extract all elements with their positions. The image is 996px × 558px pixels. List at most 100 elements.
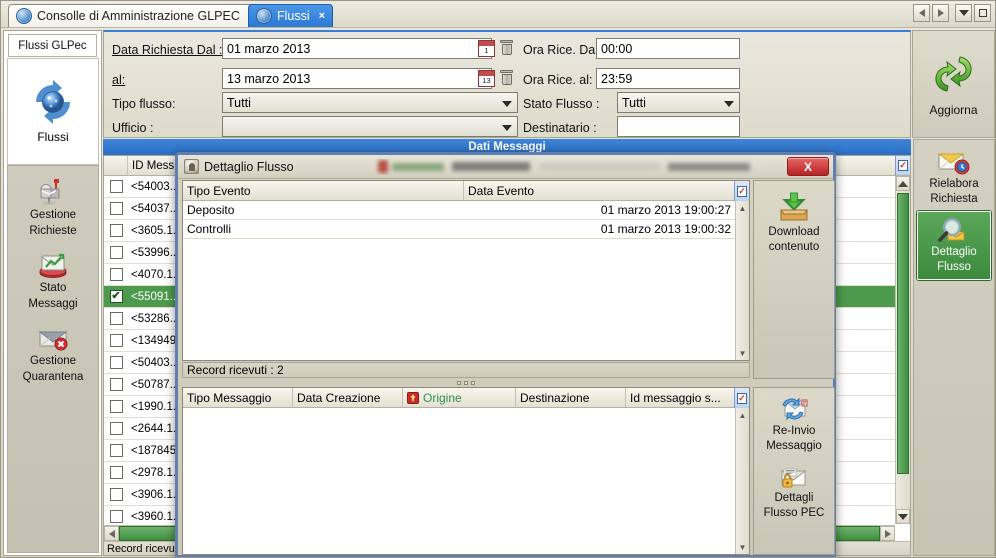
destinatario-input[interactable]: [617, 116, 740, 137]
dettagli-flusso-pec-button[interactable]: Dettagli Flusso PEC: [762, 461, 827, 526]
event-row[interactable]: Deposito 01 marzo 2013 19:00:27: [183, 201, 735, 220]
sidebar-item-stato-messaggi[interactable]: Stato Messaggi: [8, 246, 98, 319]
events-col-data-evento[interactable]: Data Evento: [464, 181, 749, 200]
msg-col-destinazione[interactable]: Destinazione: [516, 388, 626, 407]
checkbox-icon[interactable]: [109, 444, 123, 457]
checkbox-icon[interactable]: [109, 510, 123, 523]
al-input[interactable]: 13 marzo 2013: [222, 68, 492, 89]
dialog-title-bar[interactable]: Dettaglio Flusso X: [178, 155, 833, 179]
sidebar-item-rielabora-richiesta[interactable]: Rielabora Richiesta: [917, 144, 991, 211]
checkbox-icon[interactable]: [109, 268, 123, 281]
sidebar-item-gestione-richieste[interactable]: Gestione Richieste: [8, 173, 98, 246]
checkbox-icon[interactable]: [109, 488, 123, 501]
row-id-mess: <53996...: [131, 246, 180, 259]
event-row[interactable]: Controlli 01 marzo 2013 19:00:32: [183, 220, 735, 239]
restore-icon[interactable]: [974, 4, 991, 22]
checkbox-icon[interactable]: [109, 356, 123, 369]
sidebar-item-label-line2: Richieste: [29, 225, 77, 237]
dropdown-icon[interactable]: [955, 4, 972, 22]
row-checkbox-cell[interactable]: ✔: [104, 290, 128, 303]
msg-col-origine-label: Origine: [423, 390, 462, 405]
messages-table-header: Tipo Messaggio Data Creazione Origine De…: [183, 388, 749, 408]
checkbox-icon[interactable]: [109, 378, 123, 391]
msg-col-tipo-messaggio[interactable]: Tipo Messaggio: [183, 388, 293, 407]
column-chooser-icon[interactable]: ✓: [734, 181, 749, 201]
scroll-up-icon[interactable]: ▲: [736, 201, 749, 215]
panel-splitter[interactable]: [182, 379, 750, 386]
msg-col-data-creazione[interactable]: Data Creazione: [293, 388, 403, 407]
ora-rice-al-input[interactable]: 23:59: [596, 68, 740, 89]
messages-vertical-scrollbar[interactable]: ▲ ▼: [735, 408, 749, 554]
dialog-title: Dettaglio Flusso: [204, 159, 294, 174]
row-checkbox-cell[interactable]: [104, 268, 128, 281]
ufficio-select[interactable]: [222, 116, 518, 137]
checkbox-icon[interactable]: [109, 224, 123, 237]
grid-vertical-scrollbar[interactable]: [895, 176, 910, 524]
row-checkbox-cell[interactable]: [104, 444, 128, 457]
sidebar-item-label: Flussi: [37, 130, 69, 144]
sidebar-item-dettaglio-flusso[interactable]: Dettaglio Flusso: [917, 211, 991, 280]
row-checkbox-cell[interactable]: [104, 246, 128, 259]
checkbox-icon[interactable]: [109, 400, 123, 413]
checkbox-icon[interactable]: [109, 312, 123, 325]
checkbox-icon[interactable]: [109, 334, 123, 347]
row-checkbox-cell[interactable]: [104, 466, 128, 479]
row-checkbox-cell[interactable]: [104, 356, 128, 369]
row-checkbox-cell[interactable]: [104, 510, 128, 523]
column-chooser-icon[interactable]: ✓: [734, 388, 749, 408]
msg-col-id-messaggio[interactable]: Id messaggio s...: [626, 388, 749, 407]
row-checkbox-cell[interactable]: [104, 312, 128, 325]
column-chooser-icon[interactable]: ✓: [895, 156, 910, 175]
calendar-icon-al[interactable]: 13: [478, 70, 495, 87]
scroll-down-icon[interactable]: ▼: [736, 346, 749, 360]
row-checkbox-cell[interactable]: [104, 202, 128, 215]
row-checkbox-cell[interactable]: [104, 378, 128, 391]
row-checkbox-cell[interactable]: [104, 334, 128, 347]
data-richiesta-dal-input[interactable]: 01 marzo 2013: [222, 38, 492, 59]
reinvio-messaggio-button[interactable]: Re-Invio Messaqgio: [764, 394, 824, 459]
messages-detail-table: Tipo Messaggio Data Creazione Origine De…: [182, 387, 750, 555]
calendar-icon-dal[interactable]: 1: [478, 40, 495, 57]
hscroll-left-icon[interactable]: [104, 526, 119, 541]
download-contenuto-button[interactable]: Download contenuto: [766, 187, 821, 260]
tab-flussi[interactable]: Flussi ×: [248, 4, 334, 27]
checkbox-icon[interactable]: [109, 422, 123, 435]
row-checkbox-cell[interactable]: [104, 224, 128, 237]
row-checkbox-cell[interactable]: [104, 422, 128, 435]
row-checkbox-cell[interactable]: [104, 180, 128, 193]
hscroll-right-icon[interactable]: [880, 526, 895, 541]
checkbox-icon[interactable]: [109, 466, 123, 479]
events-vertical-scrollbar[interactable]: ▲ ▼: [735, 201, 749, 360]
clear-date-dal-icon[interactable]: [500, 40, 513, 55]
events-col-tipo-evento[interactable]: Tipo Evento: [183, 181, 464, 200]
row-checkbox-cell[interactable]: [104, 400, 128, 413]
row-checkbox-cell[interactable]: [104, 488, 128, 501]
scroll-thumb[interactable]: [897, 193, 909, 474]
globe-icon: [256, 8, 272, 24]
scroll-up-icon[interactable]: ▲: [736, 408, 749, 422]
ora-rice-dal-input[interactable]: 00:00: [596, 38, 740, 59]
next-icon[interactable]: [932, 4, 949, 22]
checkbox-icon[interactable]: [109, 246, 123, 259]
stato-flusso-select[interactable]: Tutti: [617, 92, 740, 113]
scroll-down-icon[interactable]: [896, 509, 910, 524]
checkbox-icon[interactable]: [109, 202, 123, 215]
events-table: Tipo Evento Data Evento ✓ Deposito 01 mar…: [182, 180, 750, 361]
msg-col-origine[interactable]: Origine: [403, 388, 516, 407]
row-id-mess: <2644.1..: [131, 422, 180, 435]
tipo-flusso-select[interactable]: Tutti: [222, 92, 518, 113]
scroll-up-icon[interactable]: [896, 176, 910, 191]
sidebar-item-flussi[interactable]: Flussi: [7, 58, 99, 165]
scroll-down-icon[interactable]: ▼: [736, 540, 749, 554]
checkbox-icon[interactable]: [109, 180, 123, 193]
close-icon[interactable]: ×: [319, 10, 325, 22]
aggiorna-button[interactable]: Aggiorna: [912, 30, 995, 138]
tab-consolle-amministrazione[interactable]: Consolle di Amministrazione GLPEC ×: [8, 4, 264, 27]
close-button[interactable]: X: [787, 157, 829, 176]
left-sidebar: Flussi GLPec Flussi Gestione Richieste S…: [3, 30, 102, 556]
sort-descending-icon: [407, 391, 419, 404]
clear-date-al-icon[interactable]: [500, 70, 513, 85]
checkbox-checked-icon[interactable]: ✔: [109, 290, 123, 303]
prev-icon[interactable]: [913, 4, 930, 22]
sidebar-item-gestione-quarantena[interactable]: Gestione Quarantena: [8, 319, 98, 392]
